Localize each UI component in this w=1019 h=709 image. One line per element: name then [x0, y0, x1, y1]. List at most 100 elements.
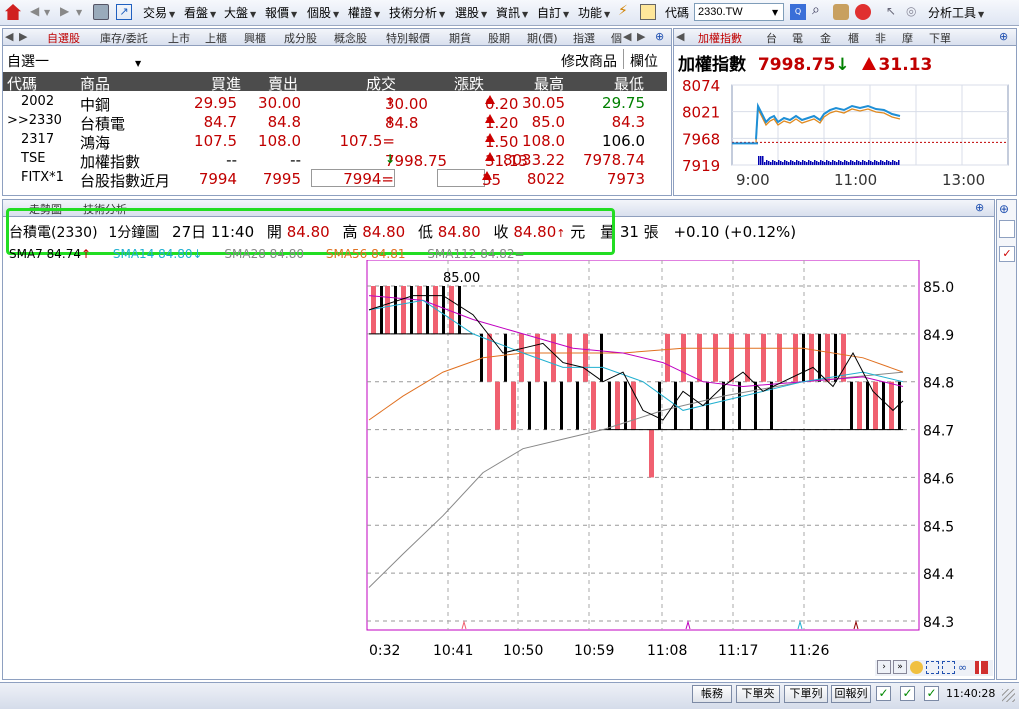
tools-icon[interactable]: [833, 4, 849, 20]
menu-screener[interactable]: 選股 ▼: [455, 4, 487, 21]
menu-warrant[interactable]: 權證 ▼: [348, 4, 380, 21]
menu-technical[interactable]: 技術分析 ▼: [389, 4, 445, 21]
report-bar-button[interactable]: 回報列: [831, 685, 871, 703]
scroll-right-icon[interactable]: ›: [877, 660, 891, 674]
back-icon[interactable]: ◀: [30, 4, 39, 18]
col-name[interactable]: 商品: [80, 73, 110, 94]
zoom-in-icon[interactable]: ⊕: [999, 30, 1008, 43]
tab-favorites[interactable]: 自選股: [47, 30, 80, 46]
resize-grip-icon[interactable]: [1002, 689, 1015, 702]
table-row[interactable]: 2317 鴻海 107.5 108.0 107.5= 1.50 108.0 10…: [3, 131, 667, 152]
index-panel: ◀ 加權指數 台 電 金 櫃 非 摩 下單 ⊕ 加權指數 7998.75↓ 31…: [673, 28, 1017, 196]
forward-icon[interactable]: ▶: [60, 4, 69, 18]
status-check-icon[interactable]: ✓: [900, 686, 915, 701]
tab-emerging[interactable]: 興櫃: [244, 30, 266, 46]
col-ask[interactable]: 賣出: [268, 73, 298, 94]
edit-symbols-button[interactable]: 修改商品: [561, 51, 617, 71]
tab-futures[interactable]: 期貨: [449, 30, 471, 46]
table-row[interactable]: TSE 加權指數 -- -- 7998.75 ↓ 31.13 8033.22 79…: [3, 150, 667, 171]
zoom-in-icon[interactable]: ⊕: [975, 201, 984, 214]
columns-button[interactable]: 欄位: [630, 51, 658, 71]
bar-chart-icon[interactable]: [975, 661, 988, 674]
menu-custom[interactable]: 自訂 ▼: [537, 4, 569, 21]
tab-special-quote[interactable]: 特別報價: [386, 30, 430, 46]
zoom-in-icon[interactable]: ⊕: [655, 30, 664, 43]
index-volume-bar: [820, 160, 822, 165]
menu-market[interactable]: 大盤 ▼: [224, 4, 256, 21]
link-icon[interactable]: ∞: [958, 661, 967, 674]
search-icon[interactable]: ⌕: [812, 2, 820, 18]
zoom-in-icon[interactable]: ⊕: [999, 202, 1009, 216]
print-icon[interactable]: [93, 4, 109, 20]
col-code[interactable]: 代碼: [7, 73, 37, 94]
tab-stock-futures[interactable]: 股期: [488, 30, 510, 46]
tab-otc-index[interactable]: 櫃: [848, 30, 859, 46]
order-folder-button[interactable]: 下單夾: [736, 685, 780, 703]
analysis-tools-menu[interactable]: 分析工具 ▼: [928, 4, 984, 21]
zoom-fit-icon[interactable]: [942, 661, 955, 674]
status-check-icon[interactable]: ✓: [876, 686, 891, 701]
back-dropdown-icon[interactable]: ▼: [44, 8, 50, 17]
tab-listed[interactable]: 上市: [168, 30, 190, 46]
tab-taiex[interactable]: 加權指數: [698, 30, 742, 46]
menu-function[interactable]: 功能 ▼: [578, 4, 610, 21]
home-icon[interactable]: [5, 4, 21, 20]
query-icon[interactable]: Q: [790, 4, 806, 20]
tab-inventory[interactable]: 庫存/委託: [100, 30, 148, 46]
alert-icon[interactable]: [855, 4, 871, 20]
forward-dropdown-icon[interactable]: ▼: [76, 8, 82, 17]
cursor-icon[interactable]: ↖: [886, 4, 896, 18]
status-check-icon[interactable]: ✓: [924, 686, 939, 701]
tab-electronics[interactable]: 電: [792, 30, 803, 46]
col-last[interactable]: 成交: [366, 73, 396, 94]
account-button[interactable]: 帳務: [692, 685, 732, 703]
tab-msci[interactable]: 摩: [902, 30, 913, 46]
index-volume-bar: [854, 162, 856, 165]
tab-non[interactable]: 非: [875, 30, 886, 46]
side-check-icon[interactable]: ✓: [999, 246, 1015, 262]
col-bid[interactable]: 買進: [211, 73, 241, 94]
clock-icon[interactable]: [910, 661, 923, 674]
order-bar-button[interactable]: 下單列: [784, 685, 828, 703]
menu-watch[interactable]: 看盤 ▼: [184, 4, 216, 21]
notepad-icon[interactable]: [640, 4, 656, 20]
code-dropdown-icon[interactable]: ▼: [772, 8, 778, 17]
menu-trade[interactable]: 交易 ▼: [143, 4, 175, 21]
scroll-end-icon[interactable]: »: [893, 660, 907, 674]
tab-individual[interactable]: 個: [611, 30, 622, 46]
col-high[interactable]: 最高: [534, 73, 564, 94]
up-triangle-icon: [861, 57, 876, 70]
menu-quote[interactable]: 報價 ▼: [265, 4, 297, 21]
lightning-icon[interactable]: ⚡: [618, 3, 628, 19]
candle-down: [802, 333, 805, 382]
menu-info[interactable]: 資訊 ▼: [496, 4, 528, 21]
analysis-tools-icon[interactable]: ◎: [906, 4, 916, 18]
tab-concept[interactable]: 概念股: [334, 30, 367, 46]
side-tab[interactable]: [999, 220, 1015, 238]
index-volume-bar: [782, 162, 784, 165]
tab-prev-icon[interactable]: ◀: [623, 30, 631, 43]
tab-tai[interactable]: 台: [766, 30, 777, 46]
panel-menu-icon[interactable]: ◀: [676, 30, 684, 43]
tab-finance[interactable]: 金: [820, 30, 831, 46]
popout-icon[interactable]: ↗: [116, 4, 132, 20]
tab-next-icon[interactable]: ▶: [637, 30, 645, 43]
menu-stock[interactable]: 個股 ▼: [307, 4, 339, 21]
col-low[interactable]: 最低: [614, 73, 644, 94]
tab-otc[interactable]: 上櫃: [205, 30, 227, 46]
index-volume-bar: [872, 162, 874, 165]
code-input[interactable]: [694, 3, 784, 21]
tab-components[interactable]: 成分股: [284, 30, 317, 46]
zoom-area-icon[interactable]: [926, 661, 939, 674]
table-row[interactable]: >>2330 台積電 84.7 84.8 84.8 ↑ 1.20 85.0 84.…: [3, 112, 667, 133]
tab-index-options[interactable]: 指選: [573, 30, 595, 46]
tab-scroll-left-icon[interactable]: ◀: [5, 30, 13, 43]
tab-scroll-right-icon[interactable]: ▶: [19, 30, 27, 43]
tab-futures-price[interactable]: 期(價): [527, 30, 558, 46]
col-change[interactable]: 漲跌: [454, 73, 484, 94]
candle-up: [615, 381, 620, 430]
tab-order[interactable]: 下單: [929, 30, 951, 46]
watchlist-group-select[interactable]: 自選一 ▼: [7, 51, 141, 71]
table-row[interactable]: FITX*1 台股指數近月 7994 7995 7994= 35 8022 79…: [3, 169, 667, 190]
table-row[interactable]: 2002 中鋼 29.95 30.00 30.00 ↑ 0.20 30.05 29…: [3, 93, 667, 114]
